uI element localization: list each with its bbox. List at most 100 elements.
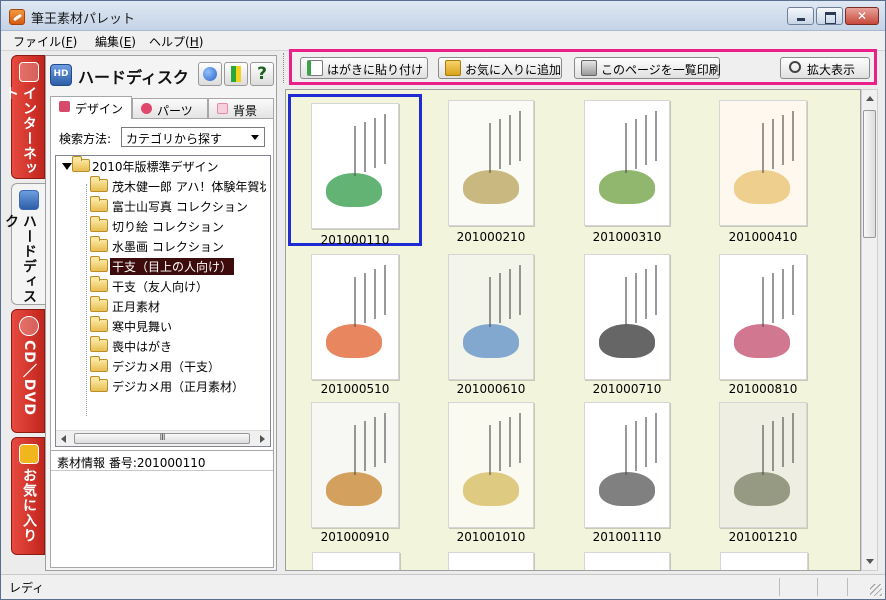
thumbnail-item[interactable]: 201000410 — [696, 94, 830, 246]
internet-icon — [19, 62, 39, 82]
thumbnail-item[interactable]: 201000110 — [288, 94, 422, 247]
menu-help[interactable]: ヘルプ(H) — [149, 33, 203, 50]
thumbnail-caption: 201000410 — [728, 230, 798, 244]
expand-arrow-icon[interactable] — [62, 163, 72, 170]
thumbnail-caption: 201000110 — [320, 233, 390, 247]
disc-icon — [19, 316, 39, 336]
tab-design[interactable]: デザイン — [50, 96, 132, 119]
thumbnail-item[interactable]: 201001110 — [560, 400, 694, 552]
action-toolbar: はがきに貼り付け お気に入りに追加 このページを一覧印刷 拡大表示 — [289, 49, 877, 85]
tab-favorites[interactable]: お気に入り — [11, 437, 45, 555]
resize-grip[interactable] — [870, 584, 882, 596]
help-icon[interactable]: ? — [250, 62, 274, 86]
postcard-thumbnail[interactable] — [312, 552, 400, 570]
postcard-thumbnail — [448, 254, 534, 380]
thumbnail-caption: 201001110 — [592, 530, 662, 544]
postcard-thumbnail — [311, 254, 399, 380]
maximize-button[interactable] — [816, 7, 843, 25]
tree-item[interactable]: 茂木健一郎 アハ！体験年賀状 — [90, 176, 266, 196]
postcard-thumbnail — [584, 402, 670, 528]
minimize-button[interactable] — [787, 7, 814, 25]
thumbnail-caption: 201000310 — [592, 230, 662, 244]
panel-title: ハードディスク — [78, 68, 189, 87]
tree-item[interactable]: デジカメ用（正月素材） — [90, 376, 266, 396]
thumbnail-caption: 201001210 — [728, 530, 798, 544]
folder-icon — [90, 356, 108, 372]
beginner-mark-icon[interactable] — [224, 62, 248, 86]
tree-connector — [86, 184, 87, 416]
tab-parts[interactable]: パーツ — [132, 98, 208, 118]
globe-block-icon[interactable] — [198, 62, 222, 86]
flower-icon — [141, 103, 152, 114]
scroll-left-icon[interactable] — [61, 435, 66, 443]
source-tabs: インターネット ハードディスク CD／DVD お気に入り — [3, 55, 45, 571]
tree-item[interactable]: 正月素材 — [90, 296, 266, 316]
scroll-down-icon[interactable] — [866, 559, 874, 564]
scroll-up-icon[interactable] — [866, 96, 874, 101]
scroll-right-icon[interactable] — [260, 435, 265, 443]
tab-hard-disk[interactable]: ハードディスク — [3, 183, 45, 305]
toolbar-grip[interactable] — [283, 53, 286, 83]
tree-item[interactable]: 干支（友人向け） — [90, 276, 266, 296]
search-method-select[interactable]: カテゴリから探す — [121, 127, 265, 147]
postcard-thumbnail — [311, 103, 399, 229]
tree-item[interactable]: 水墨画 コレクション — [90, 236, 266, 256]
paste-to-postcard-button[interactable]: はがきに貼り付け — [300, 57, 428, 79]
print-page-list-button[interactable]: このページを一覧印刷 — [574, 57, 721, 79]
postcard-thumbnail[interactable] — [720, 552, 808, 570]
folder-icon — [90, 216, 108, 232]
grid-vertical-scrollbar[interactable] — [861, 89, 878, 571]
chevron-down-icon — [248, 130, 262, 144]
tree-item[interactable]: 喪中はがき — [90, 336, 266, 356]
tab-internet[interactable]: インターネット — [3, 55, 45, 179]
tree-item[interactable]: 干支（目上の人向け） — [90, 256, 266, 276]
zoom-view-button[interactable]: 拡大表示 — [780, 57, 870, 79]
postcard-thumbnail — [584, 254, 670, 380]
thumbnail-caption: 201000510 — [320, 382, 390, 396]
thumbnail-grid[interactable]: 201000110 201000210 201000310 201000410 2010… — [285, 89, 861, 571]
tree-item[interactable]: 富士山写真 コレクション — [90, 196, 266, 216]
menu-file[interactable]: ファイル(F) — [13, 33, 77, 50]
printer-icon — [581, 60, 597, 76]
thumbnail-caption: 201000910 — [320, 530, 390, 544]
tree-horizontal-scrollbar[interactable]: III — [56, 430, 270, 446]
tree-item[interactable]: 寒中見舞い — [90, 316, 266, 336]
tab-cd-dvd[interactable]: CD／DVD — [11, 309, 45, 433]
category-tree[interactable]: 2010年版標準デザイン 茂木健一郎 アハ！体験年賀状 富士山写真 コレクション切… — [55, 155, 271, 447]
thumbnail-item[interactable]: 201000210 — [424, 94, 558, 246]
postcard-thumbnail[interactable] — [584, 552, 670, 570]
menu-bar: ファイル(F) 編集(E) ヘルプ(H) — [1, 31, 885, 51]
folder-icon — [90, 296, 108, 312]
postcard-thumbnail[interactable] — [448, 552, 534, 570]
star-icon — [19, 444, 39, 464]
folder-icon — [90, 316, 108, 332]
panel-header: ハードディスク ? — [50, 60, 274, 90]
scroll-thumb[interactable]: III — [74, 433, 250, 444]
scroll-thumb[interactable] — [863, 110, 876, 238]
thumbnail-item[interactable]: 201000910 — [288, 400, 422, 552]
folder-icon — [90, 276, 108, 292]
status-bar: レディ — [1, 574, 885, 599]
thumbnail-item[interactable]: 201000510 — [288, 252, 422, 404]
folder-icon — [90, 376, 108, 392]
material-info-text: 素材情報 番号:201000110 — [57, 456, 206, 470]
menu-edit[interactable]: 編集(E) — [95, 33, 136, 50]
tab-background[interactable]: 背景 — [208, 98, 274, 118]
title-bar[interactable]: 筆王素材パレット ✕ — [1, 1, 885, 31]
thumbnail-item[interactable]: 201000310 — [560, 94, 694, 246]
tree-item[interactable]: 切り絵 コレクション — [90, 216, 266, 236]
folder-icon — [90, 256, 108, 272]
thumbnail-item[interactable]: 201000710 — [560, 252, 694, 404]
postcard-thumbnail — [584, 100, 670, 226]
thumbnail-item[interactable]: 201000610 — [424, 252, 558, 404]
thumbnail-item[interactable]: 201000810 — [696, 252, 830, 404]
close-button[interactable]: ✕ — [845, 7, 879, 25]
close-icon: ✕ — [856, 9, 868, 23]
app-logo-icon — [9, 9, 25, 25]
tree-item[interactable]: デジカメ用（干支） — [90, 356, 266, 376]
thumbnail-item[interactable]: 201001010 — [424, 400, 558, 552]
add-favorite-button[interactable]: お気に入りに追加 — [438, 57, 562, 79]
magnifier-icon — [789, 61, 801, 73]
tree-root[interactable]: 2010年版標準デザイン — [58, 156, 264, 176]
thumbnail-item[interactable]: 201001210 — [696, 400, 830, 552]
